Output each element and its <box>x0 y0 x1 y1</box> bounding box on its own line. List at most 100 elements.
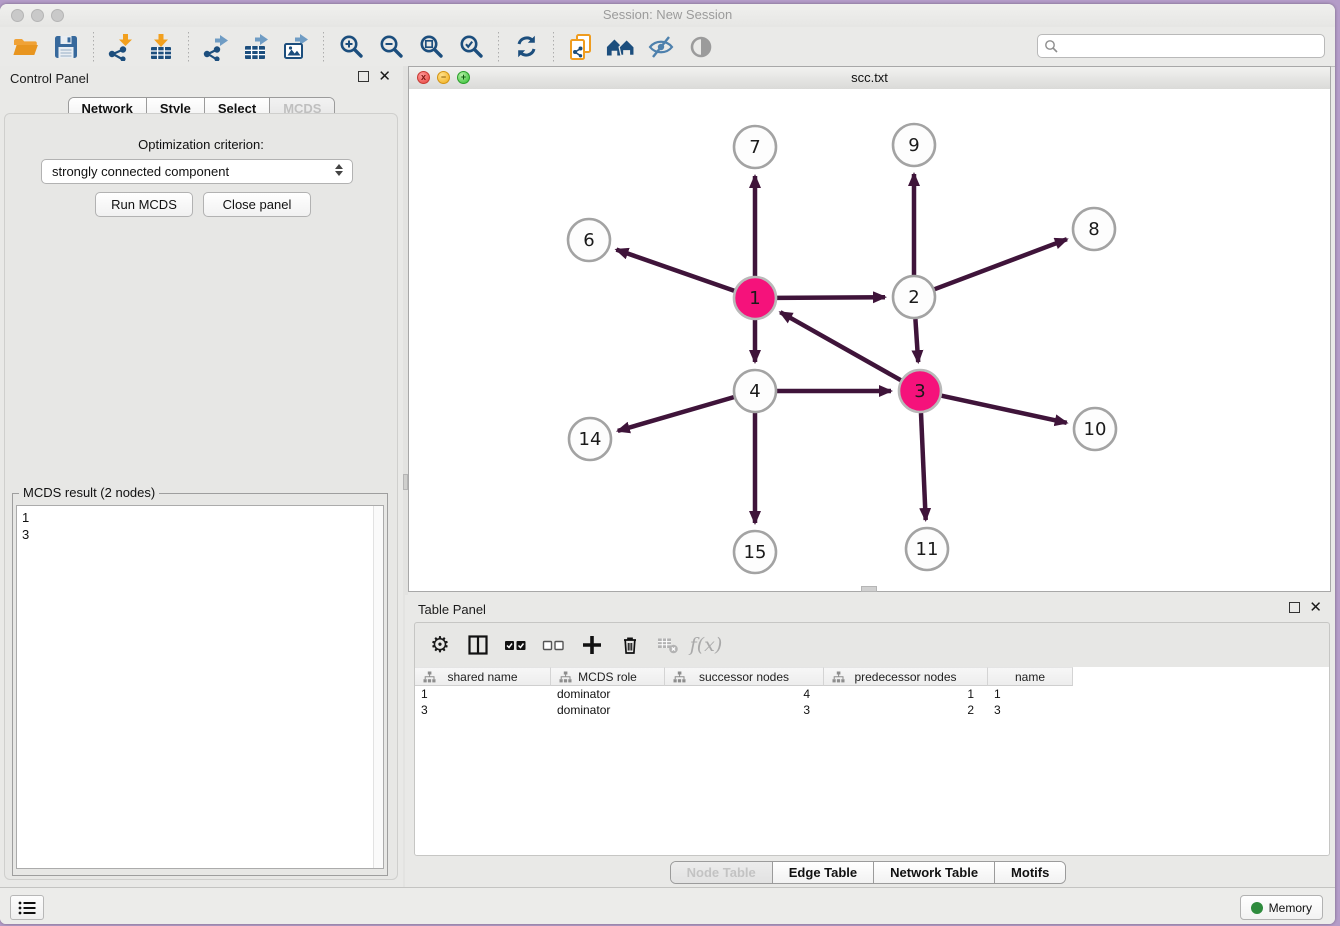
apply-layout-icon[interactable] <box>511 32 541 62</box>
zoom-selected-icon[interactable] <box>456 32 486 62</box>
graph-edge-1-2[interactable] <box>777 297 885 298</box>
column-visibility-icon[interactable] <box>463 630 493 660</box>
graph-node-3[interactable]: 3 <box>899 370 941 412</box>
table-body: 1dominator4113dominator323 <box>415 686 1329 855</box>
graph-node-7[interactable]: 7 <box>734 126 776 168</box>
zoom-out-icon[interactable] <box>376 32 406 62</box>
graph-node-14[interactable]: 14 <box>569 418 611 460</box>
float-panel-icon[interactable] <box>358 71 369 82</box>
memory-status-icon <box>1251 902 1263 914</box>
frame-resize-grip[interactable] <box>861 586 877 592</box>
mcds-result-textarea[interactable]: 13 <box>16 505 384 869</box>
cell-name[interactable]: 1 <box>988 686 1073 702</box>
shared-column-icon <box>832 671 845 684</box>
add-column-icon[interactable] <box>577 630 607 660</box>
graph-edge-1-6[interactable] <box>616 250 734 291</box>
table-tab-node-table[interactable]: Node Table <box>671 862 773 883</box>
graph-edge-3-10[interactable] <box>942 396 1067 423</box>
table-row[interactable]: 1dominator411 <box>415 686 1329 702</box>
table-panel-title: Table Panel <box>418 602 486 617</box>
column-header-shared-name[interactable]: shared name <box>415 667 551 686</box>
shared-column-icon <box>423 671 436 684</box>
cell-successor-nodes[interactable]: 4 <box>665 686 824 702</box>
close-panel-icon[interactable]: ✕ <box>378 71 391 82</box>
select-all-rows-icon[interactable] <box>501 630 531 660</box>
table-settings-icon[interactable]: ⚙ <box>425 630 455 660</box>
graph-node-6[interactable]: 6 <box>568 219 610 261</box>
status-bar: Memory <box>0 887 1335 924</box>
export-network-icon[interactable] <box>201 32 231 62</box>
function-builder-icon[interactable]: f(x) <box>691 630 721 660</box>
deselect-all-rows-icon[interactable] <box>539 630 569 660</box>
close-panel-button[interactable]: Close panel <box>203 192 311 217</box>
graph-edge-2-3[interactable] <box>915 319 918 362</box>
column-label: predecessor nodes <box>854 670 956 684</box>
graph-node-15[interactable]: 15 <box>734 531 776 573</box>
mcds-result-lines: 13 <box>17 506 373 868</box>
list-icon <box>18 901 36 915</box>
graph-node-2[interactable]: 2 <box>893 276 935 318</box>
graph-edge-3-1[interactable] <box>780 312 901 380</box>
graph-node-11[interactable]: 11 <box>906 528 948 570</box>
run-mcds-button[interactable]: Run MCDS <box>95 192 193 217</box>
column-header-name[interactable]: name <box>988 667 1073 686</box>
optimization-criterion-dropdown[interactable]: strongly connected component <box>41 159 353 184</box>
svg-text:2: 2 <box>908 287 919 308</box>
import-network-icon[interactable] <box>106 32 136 62</box>
hide-selected-icon[interactable] <box>646 32 676 62</box>
mcds-result-group: MCDS result (2 nodes) 13 <box>12 493 388 876</box>
graph-node-1[interactable]: 1 <box>734 277 776 319</box>
zoom-in-icon[interactable] <box>336 32 366 62</box>
column-header-successor-nodes[interactable]: successor nodes <box>665 667 824 686</box>
table-tab-network-table[interactable]: Network Table <box>874 862 995 883</box>
export-table-icon[interactable] <box>241 32 271 62</box>
cell-name[interactable]: 3 <box>988 702 1073 718</box>
first-neighbors-icon[interactable] <box>606 32 636 62</box>
table-tab-edge-table[interactable]: Edge Table <box>773 862 874 883</box>
graph-node-9[interactable]: 9 <box>893 124 935 166</box>
svg-text:7: 7 <box>749 137 760 158</box>
network-frame: x − + scc.txt 7968124314101511 <box>408 66 1331 592</box>
cell-successor-nodes[interactable]: 3 <box>665 702 824 718</box>
show-all-icon[interactable] <box>686 32 716 62</box>
cell-predecessor-nodes[interactable]: 2 <box>824 702 988 718</box>
zoom-fit-icon[interactable] <box>416 32 446 62</box>
close-table-panel-icon[interactable]: ✕ <box>1309 602 1322 613</box>
import-table-icon[interactable] <box>146 32 176 62</box>
table-row[interactable]: 3dominator323 <box>415 702 1329 718</box>
table-panel: Table Panel ✕ ⚙ <box>405 595 1331 888</box>
column-header-mcds-role[interactable]: MCDS role <box>551 667 665 686</box>
graph-edge-3-11[interactable] <box>921 413 926 520</box>
memory-button[interactable]: Memory <box>1240 895 1323 920</box>
task-history-button[interactable] <box>10 895 44 920</box>
search-input[interactable] <box>1037 34 1325 58</box>
cell-mcds-role[interactable]: dominator <box>551 702 665 718</box>
main-toolbar <box>0 27 1335 67</box>
graph-node-8[interactable]: 8 <box>1073 208 1115 250</box>
graph-node-10[interactable]: 10 <box>1074 408 1116 450</box>
result-scrollbar[interactable] <box>373 506 383 868</box>
titlebar: Session: New Session <box>0 4 1335 27</box>
cell-mcds-role[interactable]: dominator <box>551 686 665 702</box>
network-canvas[interactable]: 7 9 6 8 1 2 4 3 14 10 15 11 <box>409 89 1330 591</box>
network-graph[interactable]: 7 9 6 8 1 2 4 3 14 10 15 11 <box>409 89 1330 592</box>
graph-node-4[interactable]: 4 <box>734 370 776 412</box>
float-table-panel-icon[interactable] <box>1289 602 1300 613</box>
graph-edge-2-8[interactable] <box>935 239 1067 289</box>
graph-edge-4-14[interactable] <box>618 397 734 431</box>
cell-predecessor-nodes[interactable]: 1 <box>824 686 988 702</box>
column-label: name <box>1015 670 1045 684</box>
new-network-from-selection-icon[interactable] <box>566 32 596 62</box>
table-tab-motifs[interactable]: Motifs <box>995 862 1065 883</box>
column-header-predecessor-nodes[interactable]: predecessor nodes <box>824 667 988 686</box>
mcds-result-title: MCDS result (2 nodes) <box>19 485 159 500</box>
export-image-icon[interactable] <box>281 32 311 62</box>
delete-column-icon[interactable] <box>615 630 645 660</box>
cell-shared-name[interactable]: 1 <box>415 686 551 702</box>
toolbar-separator <box>323 32 324 62</box>
table-panel-tabs: Node TableEdge TableNetwork TableMotifs <box>670 861 1067 884</box>
save-session-icon[interactable] <box>51 32 81 62</box>
open-session-icon[interactable] <box>11 32 41 62</box>
cell-shared-name[interactable]: 3 <box>415 702 551 718</box>
delete-table-icon[interactable] <box>653 630 683 660</box>
